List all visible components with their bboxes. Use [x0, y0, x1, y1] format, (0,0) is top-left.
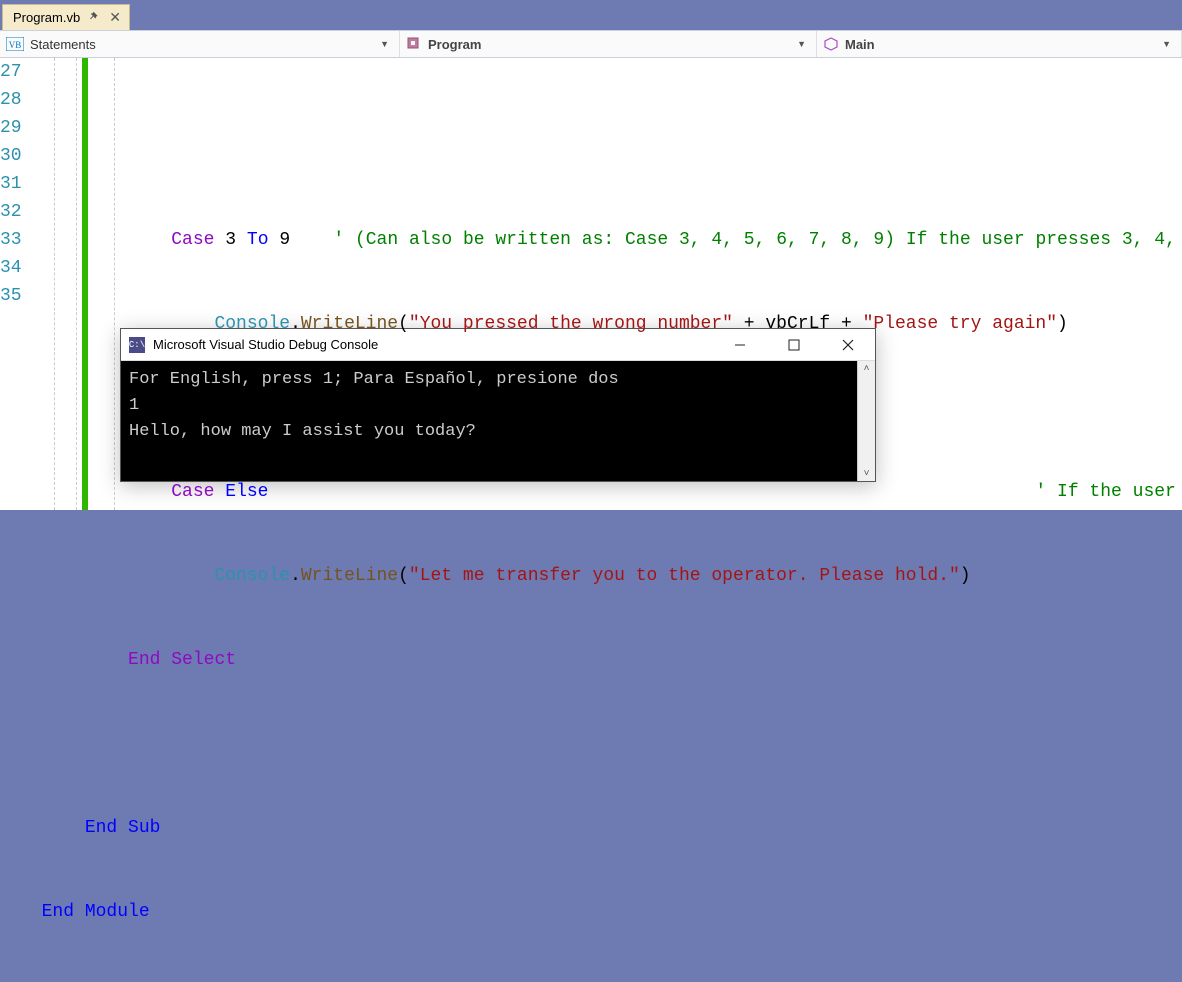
line-number: 33 [0, 226, 22, 254]
code-line[interactable] [42, 394, 1182, 422]
indent-guide [76, 58, 77, 510]
chevron-down-icon: ▼ [1158, 39, 1175, 49]
vb-badge-icon: VB [6, 37, 24, 51]
code-line[interactable]: End Module [42, 898, 1182, 926]
code-line[interactable]: Case 3 To 9 ' (Can also be written as: C… [42, 226, 1182, 254]
code-line[interactable]: Console.WriteLine("Let me transfer you t… [42, 562, 1182, 590]
scope-label: Statements [30, 37, 96, 52]
code-line[interactable]: End Sub [42, 814, 1182, 842]
close-icon[interactable]: ✕ [107, 9, 123, 26]
line-number: 28 [0, 86, 22, 114]
line-number: 31 [0, 170, 22, 198]
console-title-text: Microsoft Visual Studio Debug Console [153, 337, 709, 352]
code-line[interactable] [42, 730, 1182, 758]
navigation-bar: VB Statements ▼ Program ▼ Main ▼ [0, 30, 1182, 58]
line-number: 34 [0, 254, 22, 282]
svg-text:VB: VB [9, 40, 22, 50]
code-line[interactable]: End Select [42, 646, 1182, 674]
line-number: 27 [0, 58, 22, 86]
indent-guide [114, 58, 115, 510]
line-number: 35 [0, 282, 22, 310]
tab-program-vb[interactable]: Program.vb ✕ [2, 4, 130, 30]
scroll-up-icon[interactable]: ˄ [864, 363, 870, 374]
module-icon [406, 36, 422, 52]
member-dropdown[interactable]: Main ▼ [817, 31, 1182, 57]
type-label: Program [428, 37, 481, 52]
line-number: 29 [0, 114, 22, 142]
pin-icon[interactable] [88, 11, 99, 25]
code-line[interactable]: Case Else ' If the user presses 0 [42, 478, 1182, 506]
type-dropdown[interactable]: Program ▼ [400, 31, 817, 57]
tab-title: Program.vb [13, 10, 80, 25]
tab-strip: Program.vb ✕ [0, 0, 1182, 30]
member-label: Main [845, 37, 875, 52]
line-number: 32 [0, 198, 22, 226]
indent-guide [54, 58, 55, 510]
line-number-gutter: 27 28 29 30 31 32 33 34 35 [0, 58, 40, 510]
line-number: 30 [0, 142, 22, 170]
code-line[interactable]: Console.WriteLine("You pressed the wrong… [42, 310, 1182, 338]
console-app-icon: C:\ [129, 337, 145, 353]
chevron-down-icon: ▼ [376, 39, 393, 49]
chevron-down-icon: ▼ [793, 39, 810, 49]
scope-dropdown[interactable]: VB Statements ▼ [0, 31, 400, 57]
method-icon [823, 36, 839, 52]
